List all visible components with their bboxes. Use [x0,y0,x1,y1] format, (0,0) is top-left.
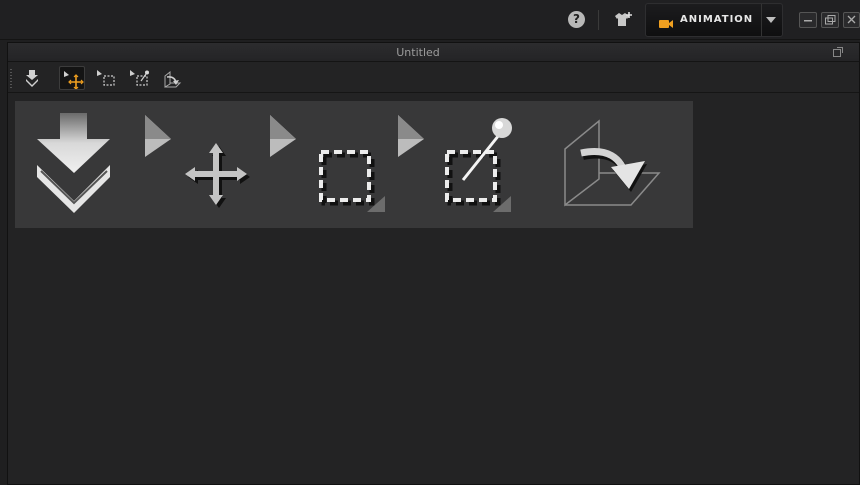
dashed-select-pin-icon[interactable] [441,115,527,219]
shelf-panel: Untitled [7,42,860,485]
camera-icon [658,15,674,28]
toolbar-grip[interactable] [10,69,12,89]
restore-button[interactable] [821,12,839,28]
drop-down-tool-button[interactable] [19,66,45,90]
cursor-arrow-icon [143,113,175,163]
double-down-arrow-icon [26,70,38,87]
chevron-down-icon[interactable] [766,17,776,23]
tool-shelf [15,101,693,228]
lasso-select-tool-button[interactable] [126,66,152,90]
panel-titlebar: Untitled [8,43,859,62]
divider [761,4,762,36]
panel-toolbar [8,63,859,93]
app-window: ? ANIMATION Untitled [0,0,860,485]
help-button[interactable]: ? [568,11,585,28]
character-add-icon[interactable] [612,11,634,29]
cursor-arrow-icon [268,113,300,163]
close-button[interactable] [843,12,860,28]
dashed-select-pin-icon [130,70,149,86]
top-bar: ? ANIMATION [0,0,860,40]
dashed-select-icon[interactable] [315,146,395,218]
panel-title: Untitled [396,46,440,59]
workspace-selector[interactable]: ANIMATION [645,3,783,37]
dashed-select-icon [97,70,115,86]
3d-transform-tool-button[interactable] [159,66,185,90]
rotate-3d-icon [164,70,182,88]
move-arrows-icon[interactable] [185,141,251,213]
shelf-content [8,94,859,484]
rotate-3d-icon[interactable] [561,117,665,215]
double-down-arrow-icon[interactable] [35,113,115,225]
expand-icon[interactable] [833,47,843,57]
move-tool-button[interactable] [59,66,85,90]
select-region-tool-button[interactable] [93,66,119,90]
separator [598,10,599,30]
move-arrows-icon [64,71,84,89]
workspace-label: ANIMATION [680,14,754,25]
cursor-arrow-icon [396,113,428,163]
minimize-button[interactable] [799,12,817,28]
